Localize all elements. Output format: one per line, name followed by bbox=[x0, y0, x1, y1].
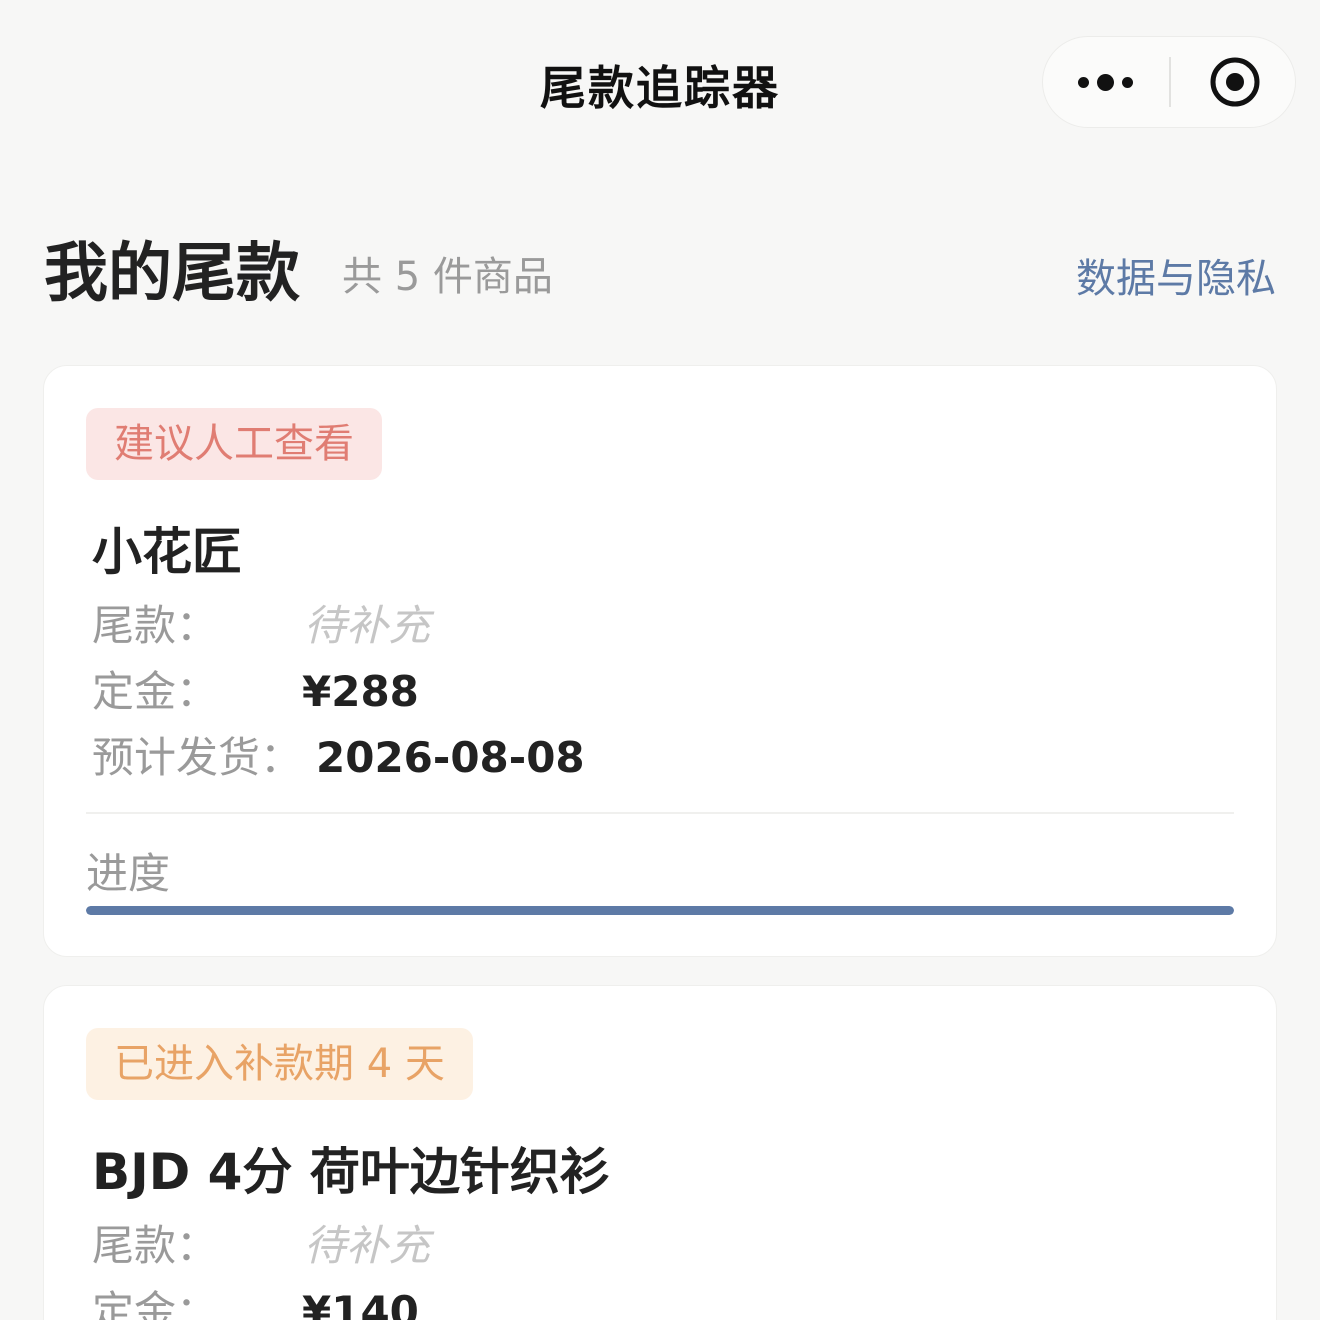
order-card[interactable]: 已进入补款期 4 天 BJD 4分 荷叶边针织衫 尾款： 待补充 定金： ¥14… bbox=[43, 985, 1277, 1320]
nav-bar: 尾款追踪器 bbox=[0, 0, 1320, 165]
progress-bar bbox=[86, 906, 1234, 915]
item-name: BJD 4分 荷叶边针织衫 bbox=[92, 1143, 610, 1201]
card-divider bbox=[86, 812, 1234, 814]
mini-program-capsule bbox=[1042, 36, 1296, 128]
balance-row: 尾款： 待补充 bbox=[92, 598, 430, 654]
balance-row: 尾款： 待补充 bbox=[92, 1218, 430, 1274]
capsule-divider bbox=[1169, 57, 1171, 107]
privacy-link[interactable]: 数据与隐私 bbox=[1076, 246, 1276, 304]
page-title: 我的尾款 bbox=[44, 237, 300, 311]
deposit-value: ¥288 bbox=[302, 667, 419, 716]
status-badge: 建议人工查看 bbox=[86, 408, 382, 480]
page: 尾款追踪器 我的尾款 共 5 件商品 数据与隐私 建议人工查看 小花匠 尾款： … bbox=[0, 0, 1320, 1320]
balance-value: 待补充 bbox=[304, 1221, 431, 1270]
ship-date-row: 预计发货： 2026-08-08 bbox=[92, 730, 585, 786]
ship-date-label: 预计发货： bbox=[92, 733, 303, 782]
ship-date-value: 2026-08-08 bbox=[316, 733, 585, 782]
item-name: 小花匠 bbox=[92, 523, 242, 581]
order-card[interactable]: 建议人工查看 小花匠 尾款： 待补充 定金： ¥288 预计发货： 2026-0… bbox=[43, 365, 1277, 957]
balance-label: 尾款： bbox=[92, 601, 219, 650]
status-badge: 已进入补款期 4 天 bbox=[86, 1028, 473, 1100]
deposit-label: 定金： bbox=[92, 667, 219, 716]
deposit-label: 定金： bbox=[92, 1287, 219, 1320]
more-dots-icon[interactable] bbox=[1043, 37, 1170, 126]
progress-label: 进度 bbox=[86, 849, 171, 898]
deposit-row: 定金： ¥140 bbox=[92, 1284, 419, 1320]
deposit-value: ¥140 bbox=[302, 1287, 419, 1320]
target-circle-icon[interactable] bbox=[1209, 56, 1261, 108]
balance-value: 待补充 bbox=[304, 601, 431, 650]
balance-label: 尾款： bbox=[92, 1221, 219, 1270]
progress-fill bbox=[86, 906, 1234, 915]
item-count: 共 5 件商品 bbox=[342, 254, 553, 300]
deposit-row: 定金： ¥288 bbox=[92, 664, 419, 720]
